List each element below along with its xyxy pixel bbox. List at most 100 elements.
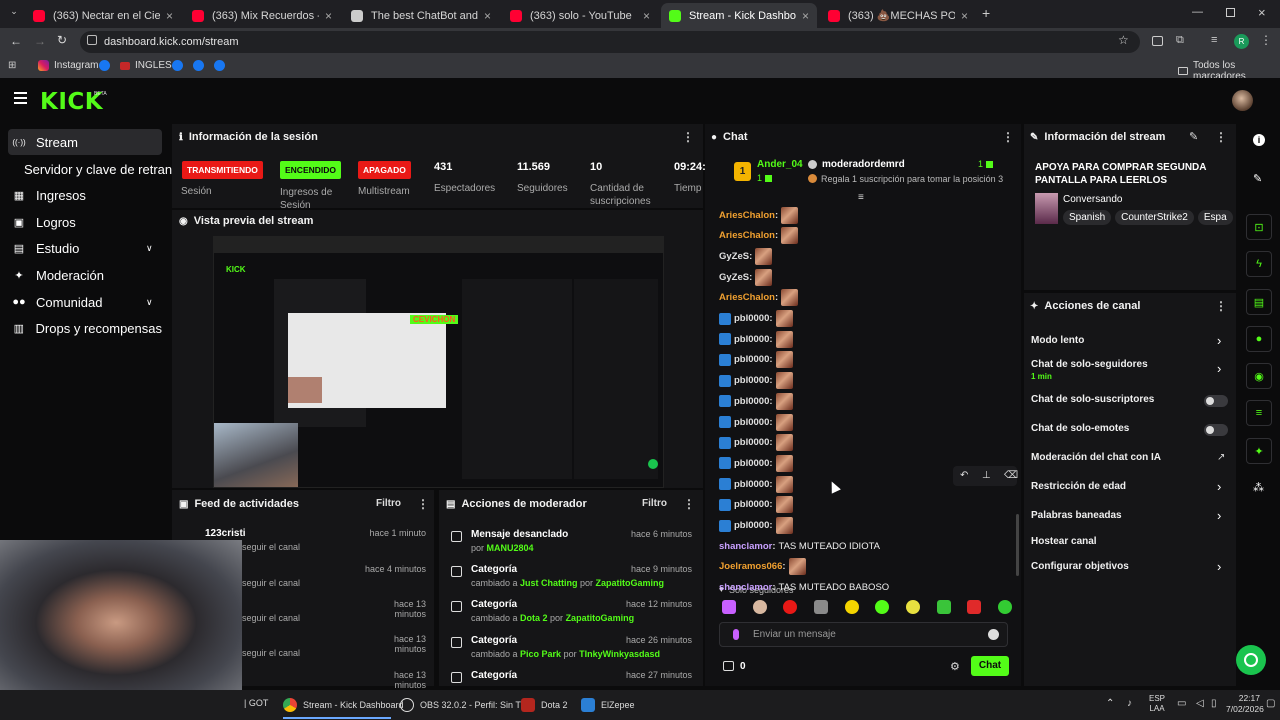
chat-message[interactable]: pbl0000: — [719, 454, 793, 472]
mic-tray-icon[interactable]: ♪ — [1127, 698, 1132, 709]
close-window-icon[interactable]: × — [1258, 5, 1266, 20]
pinned-user-name[interactable]: Ander_04 — [757, 159, 803, 170]
forward-icon[interactable]: → — [34, 34, 46, 48]
chat-scrollbar[interactable] — [1016, 514, 1019, 576]
network-icon[interactable]: ▭ — [1177, 698, 1186, 709]
emote-icon[interactable] — [844, 600, 859, 614]
toggle-switch[interactable] — [1204, 395, 1228, 407]
detail-user[interactable]: ZapatitoGaming — [596, 578, 665, 588]
sidebar-item-logros[interactable]: ▣ Logros — [8, 209, 162, 235]
chat-message[interactable]: Joelramos066: — [719, 558, 806, 576]
profile-avatar[interactable]: R — [1234, 34, 1249, 49]
detail-user[interactable]: ZapatitoGaming — [566, 613, 635, 623]
chevron-down-icon[interactable]: ∨ — [146, 243, 153, 254]
bookmark-instagram[interactable]: Instagram — [38, 60, 98, 71]
url-input[interactable]: dashboard.kick.com/stream — [80, 31, 1140, 53]
browser-tab[interactable]: The best ChatBot and Widgets × — [343, 3, 499, 28]
detail-target[interactable]: Pico Park — [520, 649, 561, 659]
detail-target[interactable]: Just Chatting — [520, 578, 578, 588]
mic-icon[interactable] — [733, 629, 739, 640]
bookmark-ingles[interactable]: INGLES — [120, 60, 172, 71]
points-icon[interactable] — [723, 661, 734, 671]
rail-wrench-icon[interactable]: ✦ — [1246, 438, 1272, 464]
extensions-icon[interactable]: ⧉ — [1176, 34, 1184, 47]
tray-chevron-icon[interactable]: ⌃ — [1106, 698, 1114, 709]
channel-action-item[interactable]: Configurar objetivos — [1031, 561, 1227, 572]
chevron-right-icon[interactable]: › — [1217, 559, 1221, 574]
emote-icon[interactable] — [905, 600, 920, 614]
chat-username[interactable]: GyZeS — [719, 251, 749, 262]
chat-username[interactable]: shanclamor — [719, 541, 772, 552]
taskbar-item-obs[interactable]: OBS 32.0.2 - Perfil: Sin T — [400, 698, 521, 712]
emote-icon[interactable] — [936, 600, 951, 614]
bookmark-facebook-3[interactable] — [193, 60, 209, 71]
chat-menu-icon[interactable]: ⋮ — [1002, 130, 1014, 144]
chat-username[interactable]: AriesChalon — [719, 292, 775, 303]
chat-message[interactable]: pbl0000: — [719, 310, 793, 328]
detail-target[interactable]: Dota 2 — [520, 613, 548, 623]
chat-username[interactable]: GyZeS — [719, 272, 749, 283]
mod-menu-icon[interactable]: ⋮ — [683, 497, 695, 511]
stream-info-menu-icon[interactable]: ⋮ — [1215, 130, 1227, 144]
stream-preview-video[interactable]: KICK CEVICHON — [213, 236, 664, 488]
chevron-right-icon[interactable]: › — [1217, 361, 1221, 376]
chat-message[interactable]: pbl0000: — [719, 496, 793, 514]
chevron-right-icon[interactable]: › — [1217, 333, 1221, 348]
restore-icon[interactable] — [1226, 8, 1235, 17]
tab-close-icon[interactable]: × — [325, 9, 332, 23]
mod-user-name[interactable]: moderadordemrd — [822, 159, 905, 170]
chat-username[interactable]: pbl0000 — [734, 334, 769, 345]
chat-message[interactable]: shanclamor: TAS MUTEADO IDIOTA — [719, 537, 880, 555]
sidebar-item-servidor[interactable]: Servidor y clave de retransm — [24, 156, 189, 182]
undo-icon[interactable]: ↶ — [960, 470, 968, 481]
tab-search-icon[interactable]: ⌄ — [6, 6, 22, 22]
chat-username[interactable]: pbl0000 — [734, 479, 769, 490]
channel-action-item[interactable]: Moderación del chat con IA — [1031, 452, 1227, 463]
lang-indicator[interactable]: ESP LAA — [1149, 694, 1165, 714]
chat-message[interactable]: GyZeS: — [719, 268, 773, 286]
sidebar-item-comunidad[interactable]: ●● Comunidad ∨ — [8, 289, 162, 315]
feed-menu-icon[interactable]: ⋮ — [417, 497, 429, 511]
taskbar-item-dota[interactable]: Dota 2 — [521, 698, 568, 712]
clock[interactable]: 22:17 7/02/2026 — [1226, 693, 1264, 715]
back-icon[interactable]: ← — [10, 34, 22, 48]
channel-action-item[interactable]: Chat de solo-emotes — [1031, 423, 1227, 434]
emote-icon[interactable] — [813, 600, 828, 614]
rail-connect-icon[interactable]: ⁂ — [1253, 481, 1264, 494]
bookmark-facebook-2[interactable] — [172, 60, 188, 71]
tab-close-icon[interactable]: × — [166, 9, 173, 23]
emote-icon[interactable] — [967, 600, 982, 614]
channel-action-item[interactable]: Hostear canal — [1031, 536, 1227, 547]
chat-message[interactable]: AriesChalon: — [719, 289, 799, 307]
rail-screen-icon[interactable]: ⊡ — [1246, 214, 1272, 240]
chat-message[interactable]: pbl0000: — [719, 475, 793, 493]
rail-chat-icon[interactable]: ● — [1246, 326, 1272, 352]
chat-username[interactable]: pbl0000 — [734, 437, 769, 448]
sidebar-item-moderación[interactable]: ✦ Moderación — [8, 262, 162, 288]
channel-action-item[interactable]: Palabras baneadas — [1031, 510, 1227, 521]
taskbar-item-elzepee[interactable]: ElZepee — [581, 698, 635, 712]
tag-pill[interactable]: Spanish — [1063, 210, 1112, 225]
chat-message[interactable]: AriesChalon: — [719, 206, 799, 224]
emote-icon[interactable] — [783, 600, 798, 614]
minimize-icon[interactable]: — — [1192, 6, 1203, 18]
tab-close-icon[interactable]: × — [802, 9, 809, 23]
reload-icon[interactable]: ↻ — [57, 33, 67, 47]
session-menu-icon[interactable]: ⋮ — [682, 130, 694, 144]
screenshot-icon[interactable] — [1152, 36, 1163, 46]
tag-pill[interactable]: CounterStrike2 — [1115, 210, 1194, 225]
rail-signal-icon[interactable]: ◉ — [1246, 363, 1272, 389]
toggle-switch[interactable] — [1204, 424, 1228, 436]
chat-username[interactable]: Joelramos066 — [719, 561, 782, 572]
volume-icon[interactable]: ◁ — [1196, 698, 1204, 709]
browser-tab[interactable]: (363) 💩MECHAS POR KINGTE × — [820, 3, 976, 28]
tag-pill[interactable]: Espa — [1197, 210, 1233, 225]
browser-menu-icon[interactable]: ⋮ — [1260, 33, 1272, 47]
chat-message[interactable]: pbl0000: — [719, 517, 793, 535]
hamburger-menu-icon[interactable] — [14, 92, 27, 104]
apps-grid-icon[interactable]: ⊞ — [8, 60, 16, 71]
chat-username[interactable]: pbl0000 — [734, 458, 769, 469]
sidebar-item-stream[interactable]: ((·)) Stream — [8, 129, 162, 155]
emote-icon[interactable] — [997, 600, 1012, 614]
channel-action-item[interactable]: Chat de solo-suscriptores — [1031, 394, 1227, 405]
